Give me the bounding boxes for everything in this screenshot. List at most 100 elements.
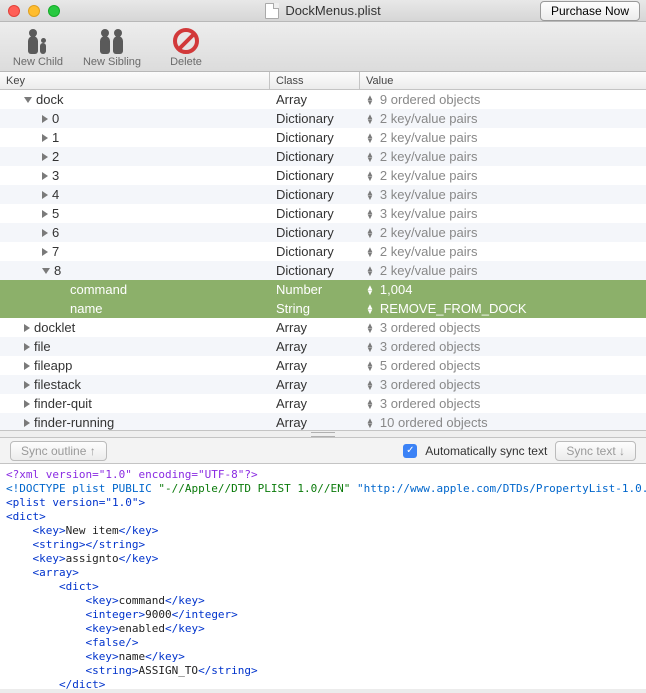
- outline-row[interactable]: name String ▲▼ REMOVE_FROM_DOCK: [0, 299, 646, 318]
- row-class: Dictionary: [270, 166, 360, 185]
- outline-row[interactable]: fileappArray▲▼5 ordered objects: [0, 356, 646, 375]
- disclosure-triangle-icon[interactable]: [24, 381, 30, 389]
- row-class: Dictionary: [270, 261, 360, 280]
- outline-row[interactable]: 0Dictionary▲▼2 key/value pairs: [0, 109, 646, 128]
- row-value: 3 ordered objects: [380, 339, 480, 354]
- disclosure-triangle-icon[interactable]: [24, 419, 30, 427]
- sync-text-button[interactable]: Sync text ↓: [555, 441, 636, 461]
- stepper-icon[interactable]: ▲▼: [366, 247, 374, 257]
- disclosure-triangle-icon[interactable]: [24, 343, 30, 351]
- outline-row[interactable]: 3Dictionary▲▼2 key/value pairs: [0, 166, 646, 185]
- disclosure-triangle-icon[interactable]: [42, 210, 48, 218]
- minimize-icon[interactable]: [28, 5, 40, 17]
- outline-row[interactable]: 7Dictionary▲▼2 key/value pairs: [0, 242, 646, 261]
- row-value: 2 key/value pairs: [380, 263, 478, 278]
- row-class: Dictionary: [270, 147, 360, 166]
- auto-sync-checkbox[interactable]: ✓: [403, 444, 417, 458]
- outline-row[interactable]: fileArray▲▼3 ordered objects: [0, 337, 646, 356]
- row-key: dock: [36, 92, 63, 107]
- row-value: 2 key/value pairs: [380, 225, 478, 240]
- stepper-icon[interactable]: ▲▼: [366, 380, 374, 390]
- stepper-icon[interactable]: ▲▼: [366, 304, 374, 314]
- disclosure-triangle-icon[interactable]: [42, 134, 48, 142]
- row-key: 5: [52, 206, 59, 221]
- stepper-icon[interactable]: ▲▼: [366, 152, 374, 162]
- stepper-icon[interactable]: ▲▼: [366, 285, 374, 295]
- sync-outline-button[interactable]: Sync outline ↑: [10, 441, 107, 461]
- row-value: 3 ordered objects: [380, 377, 480, 392]
- disclosure-triangle-icon[interactable]: [42, 191, 48, 199]
- row-key: finder-running: [34, 415, 114, 430]
- stepper-icon[interactable]: ▲▼: [366, 399, 374, 409]
- stepper-icon[interactable]: ▲▼: [366, 361, 374, 371]
- stepper-icon[interactable]: ▲▼: [366, 209, 374, 219]
- disclosure-triangle-icon[interactable]: [42, 248, 48, 256]
- outline-row[interactable]: 6Dictionary▲▼2 key/value pairs: [0, 223, 646, 242]
- row-key: finder-quit: [34, 396, 92, 411]
- outline-row[interactable]: finder-runningArray▲▼10 ordered objects: [0, 413, 646, 430]
- disclosure-triangle-icon[interactable]: [42, 172, 48, 180]
- disclosure-triangle-icon[interactable]: [24, 324, 30, 332]
- disclosure-triangle-icon[interactable]: [42, 229, 48, 237]
- disclosure-triangle-icon[interactable]: [24, 400, 30, 408]
- outline-row[interactable]: 4Dictionary▲▼3 key/value pairs: [0, 185, 646, 204]
- delete-label: Delete: [170, 56, 202, 68]
- zoom-icon[interactable]: [48, 5, 60, 17]
- toolbar: New Child New Sibling Delete: [0, 22, 646, 72]
- row-value: 3 ordered objects: [380, 396, 480, 411]
- outline-row[interactable]: dockArray▲▼9 ordered objects: [0, 90, 646, 109]
- disclosure-triangle-icon[interactable]: [24, 362, 30, 370]
- window-title: DockMenus.plist: [285, 3, 380, 18]
- close-icon[interactable]: [8, 5, 20, 17]
- new-child-button[interactable]: New Child: [8, 26, 68, 69]
- row-class: Array: [270, 375, 360, 394]
- outline-row[interactable]: 2Dictionary▲▼2 key/value pairs: [0, 147, 646, 166]
- disclosure-triangle-icon[interactable]: [42, 268, 50, 274]
- row-key: 3: [52, 168, 59, 183]
- outline-row[interactable]: dockletArray▲▼3 ordered objects: [0, 318, 646, 337]
- row-value: 5 ordered objects: [380, 358, 480, 373]
- disclosure-triangle-icon[interactable]: [42, 115, 48, 123]
- row-class: Dictionary: [270, 204, 360, 223]
- row-key: 4: [52, 187, 59, 202]
- row-key: name: [70, 301, 103, 316]
- row-class: Array: [270, 337, 360, 356]
- stepper-icon[interactable]: ▲▼: [366, 95, 374, 105]
- column-header-key[interactable]: Key: [0, 72, 270, 89]
- stepper-icon[interactable]: ▲▼: [366, 190, 374, 200]
- stepper-icon[interactable]: ▲▼: [366, 266, 374, 276]
- column-header-value[interactable]: Value: [360, 72, 646, 89]
- outline-row[interactable]: commandNumber▲▼1,004: [0, 280, 646, 299]
- stepper-icon[interactable]: ▲▼: [366, 133, 374, 143]
- purchase-button[interactable]: Purchase Now: [540, 1, 640, 21]
- row-class: String: [270, 299, 360, 318]
- outline-row[interactable]: 8Dictionary▲▼2 key/value pairs: [0, 261, 646, 280]
- delete-button[interactable]: Delete: [156, 26, 216, 69]
- row-value: 2 key/value pairs: [380, 111, 478, 126]
- outline-row[interactable]: 1Dictionary▲▼2 key/value pairs: [0, 128, 646, 147]
- stepper-icon[interactable]: ▲▼: [366, 171, 374, 181]
- outline-view[interactable]: dockArray▲▼9 ordered objects0Dictionary▲…: [0, 90, 646, 430]
- row-class: Dictionary: [270, 185, 360, 204]
- column-header-class[interactable]: Class: [270, 72, 360, 89]
- outline-row[interactable]: finder-quitArray▲▼3 ordered objects: [0, 394, 646, 413]
- disclosure-triangle-icon[interactable]: [24, 97, 32, 103]
- xml-source-view[interactable]: <?xml version="1.0" encoding="UTF-8"?> <…: [0, 464, 646, 689]
- row-key: 1: [52, 130, 59, 145]
- stepper-icon[interactable]: ▲▼: [366, 114, 374, 124]
- row-value: 3 key/value pairs: [380, 206, 478, 221]
- row-value: REMOVE_FROM_DOCK: [380, 301, 527, 316]
- sync-bar: Sync outline ↑ ✓ Automatically sync text…: [0, 438, 646, 464]
- outline-row[interactable]: filestackArray▲▼3 ordered objects: [0, 375, 646, 394]
- disclosure-triangle-icon[interactable]: [42, 153, 48, 161]
- split-handle[interactable]: [0, 430, 646, 438]
- row-key: 2: [52, 149, 59, 164]
- new-sibling-button[interactable]: New Sibling: [82, 26, 142, 69]
- row-value: 2 key/value pairs: [380, 130, 478, 145]
- stepper-icon[interactable]: ▲▼: [366, 228, 374, 238]
- stepper-icon[interactable]: ▲▼: [366, 342, 374, 352]
- row-key: 6: [52, 225, 59, 240]
- stepper-icon[interactable]: ▲▼: [366, 418, 374, 428]
- outline-row[interactable]: 5 Dictionary ▲▼ 3 key/value pairs: [0, 204, 646, 223]
- stepper-icon[interactable]: ▲▼: [366, 323, 374, 333]
